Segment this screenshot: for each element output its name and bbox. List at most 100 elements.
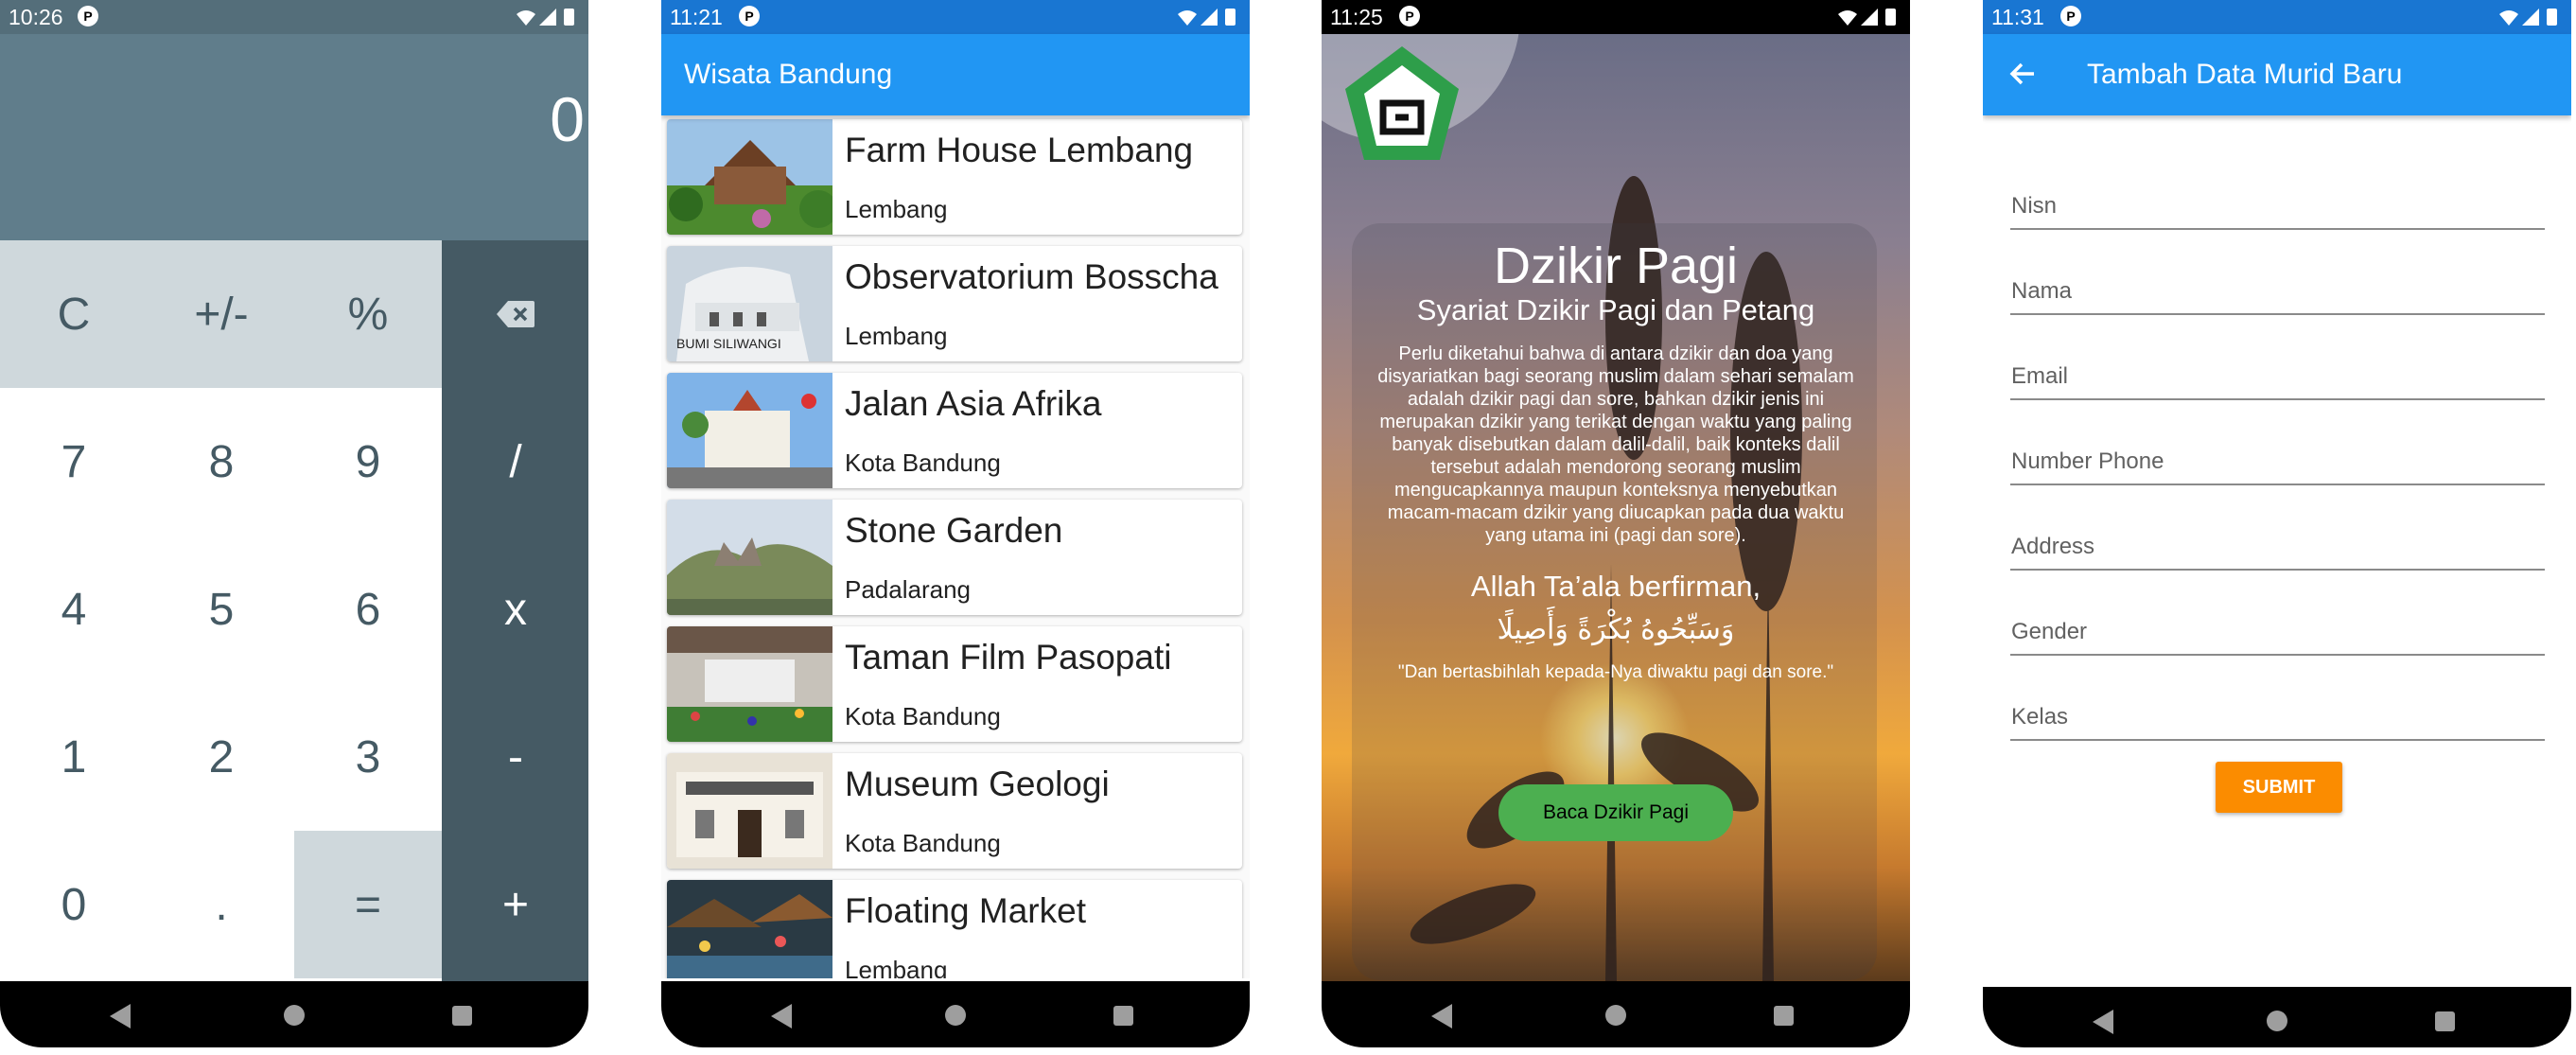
nama-field[interactable]: Nama (2010, 253, 2545, 315)
signal-wifi-battery-icon (1176, 7, 1238, 33)
nav-back-icon[interactable] (771, 1004, 792, 1029)
field-label: Address (2011, 534, 2095, 559)
signal-wifi-battery-icon (515, 7, 577, 33)
kelas-field[interactable]: Kelas (2010, 678, 2545, 741)
place-name: Stone Garden (845, 511, 1063, 550)
place-location: Kota Bandung (845, 448, 1001, 477)
multiply-button[interactable]: x (442, 536, 588, 683)
list-item[interactable]: Taman Film Pasopati Kota Bandung (667, 626, 1242, 742)
digit-7-button[interactable]: 7 (0, 388, 148, 536)
digit-3-button[interactable]: 3 (294, 683, 442, 831)
read-dzikir-button[interactable]: Baca Dzikir Pagi (1498, 784, 1733, 841)
decimal-button[interactable]: . (148, 831, 295, 978)
minus-button[interactable]: - (442, 683, 588, 831)
nav-back-icon[interactable] (2093, 1010, 2113, 1034)
digit-6-button[interactable]: 6 (294, 536, 442, 683)
nav-home-icon[interactable] (284, 1005, 305, 1026)
nav-back-icon[interactable] (1431, 1004, 1452, 1029)
field-label: Nama (2011, 278, 2073, 304)
nav-back-icon[interactable] (110, 1004, 131, 1029)
gender-field[interactable]: Gender (2010, 593, 2545, 656)
arabic-verse: وَسَبِّحُوهُ بُكْرَةً وَأَصِيلًا (1497, 613, 1735, 646)
wisata-screen: 11:21 P Wisata Bandung Farm House Lemban… (661, 0, 1250, 1047)
email-field[interactable]: Email (2010, 338, 2545, 400)
firman-heading: Allah Ta’ala berfirman, (1470, 570, 1761, 603)
field-label: Number Phone (2011, 448, 2164, 474)
verse-translation: "Dan bertasbihlah kepada-Nya diwaktu pag… (1397, 662, 1834, 682)
dzikir-screen: 11:25 P Dzikir Pagi Syariat Dzikir Pagi … (1322, 0, 1910, 1047)
nav-recents-icon[interactable] (1774, 1006, 1794, 1026)
field-label: Email (2011, 363, 2069, 389)
notification-p-icon: P (739, 6, 760, 26)
list-item[interactable]: Jalan Asia Afrika Kota Bandung (667, 373, 1242, 488)
nav-recents-icon[interactable] (452, 1006, 472, 1026)
place-location: Padalarang (845, 575, 971, 604)
page-title: Dzikir Pagi (1493, 237, 1739, 294)
status-time: 10:26 (9, 5, 63, 29)
field-label: Nisn (2011, 193, 2058, 219)
list-item[interactable]: Stone Garden Padalarang (667, 500, 1242, 615)
digit-8-button[interactable]: 8 (148, 388, 295, 536)
digit-1-button[interactable]: 1 (0, 683, 148, 831)
nav-home-icon[interactable] (945, 1005, 966, 1026)
place-list[interactable]: Farm House Lembang Lembang BUMI SILIWANG… (661, 115, 1250, 978)
list-item[interactable]: Floating Market Lembang (667, 880, 1242, 978)
app-title: Wisata Bandung (684, 59, 893, 90)
backspace-icon (497, 301, 534, 327)
notification-p-icon: P (78, 6, 98, 26)
nav-home-icon[interactable] (1605, 1005, 1626, 1026)
divide-button[interactable]: / (442, 388, 588, 536)
asia-afrika-thumbnail (667, 373, 832, 488)
submit-button[interactable]: SUBMIT (2216, 762, 2342, 813)
digit-9-button[interactable]: 9 (294, 388, 442, 536)
place-location: Lembang (845, 956, 948, 978)
backspace-button[interactable] (442, 240, 588, 388)
display-value: 0 (550, 84, 585, 154)
calculator-display: 0 (0, 34, 588, 240)
list-item[interactable]: BUMI SILIWANGI Observatorium Bosscha Lem… (667, 246, 1242, 361)
phone-field[interactable]: Number Phone (2010, 423, 2545, 485)
nisn-field[interactable]: Nisn (2010, 167, 2545, 230)
digit-0-button[interactable]: 0 (0, 831, 148, 978)
nav-recents-icon[interactable] (1113, 1006, 1133, 1026)
equals-button[interactable]: = (294, 831, 442, 978)
list-item[interactable]: Museum Geologi Kota Bandung (667, 753, 1242, 869)
app-bar: Wisata Bandung (661, 34, 1250, 115)
place-name: Museum Geologi (845, 765, 1110, 803)
svg-text:BUMI SILIWANGI: BUMI SILIWANGI (676, 336, 781, 351)
status-bar: 11:31 P (1983, 0, 2571, 34)
observatory-thumbnail: BUMI SILIWANGI (667, 246, 832, 361)
digit-5-button[interactable]: 5 (148, 536, 295, 683)
place-location: Lembang (845, 195, 948, 223)
signal-wifi-battery-icon (1836, 7, 1899, 33)
field-label: Kelas (2011, 704, 2069, 730)
sign-toggle-button[interactable]: +/- (148, 240, 295, 388)
list-item[interactable]: Farm House Lembang Lembang (667, 119, 1242, 235)
percent-button[interactable]: % (294, 240, 442, 388)
place-location: Lembang (845, 322, 948, 350)
nav-recents-icon[interactable] (2435, 1011, 2455, 1031)
nav-home-icon[interactable] (2267, 1011, 2287, 1031)
stone-garden-thumbnail (667, 500, 832, 615)
address-field[interactable]: Address (2010, 508, 2545, 571)
museum-geologi-thumbnail (667, 753, 832, 869)
signal-wifi-battery-icon (2497, 7, 2560, 33)
back-arrow-icon[interactable] (2006, 57, 2040, 96)
status-bar: 11:21 P (661, 0, 1250, 34)
digit-4-button[interactable]: 4 (0, 536, 148, 683)
clear-button[interactable]: C (0, 240, 148, 388)
farm-house-thumbnail (667, 119, 832, 235)
digit-2-button[interactable]: 2 (148, 683, 295, 831)
place-location: Kota Bandung (845, 829, 1001, 857)
notification-p-icon: P (2060, 6, 2081, 26)
page-title: Tambah Data Murid Baru (2087, 59, 2403, 90)
plus-button[interactable]: + (442, 831, 588, 978)
notification-p-icon: P (1399, 6, 1420, 26)
student-form-screen: 11:31 P Tambah Data Murid Baru Nisn Nama… (1983, 0, 2571, 1047)
place-name: Jalan Asia Afrika (845, 384, 1102, 423)
place-name: Farm House Lembang (845, 131, 1194, 169)
page-subtitle: Syariat Dzikir Pagi dan Petang (1416, 293, 1815, 326)
status-bar: 11:25 P (1322, 0, 1910, 34)
taman-film-thumbnail (667, 626, 832, 742)
floating-market-thumbnail (667, 880, 832, 978)
